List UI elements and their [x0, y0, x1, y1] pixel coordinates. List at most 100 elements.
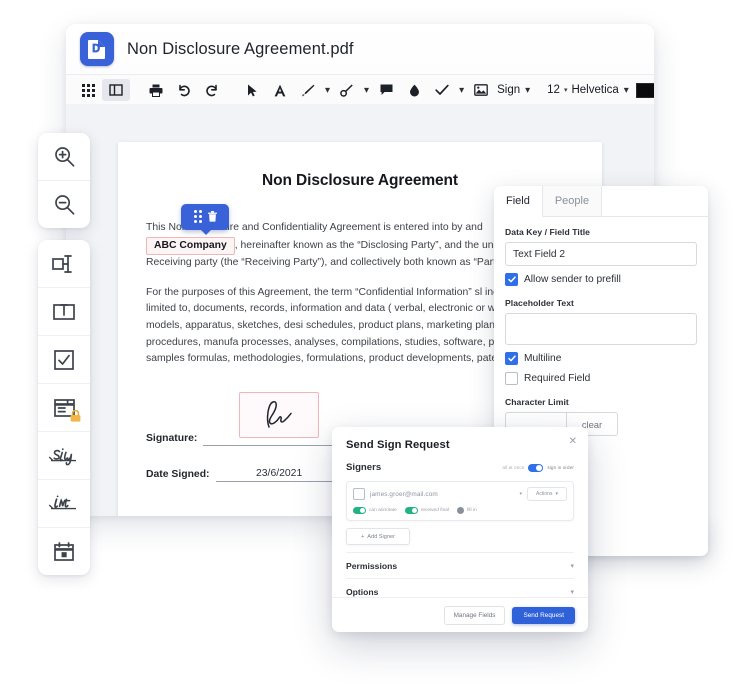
add-signer-label: Add Signer: [367, 533, 395, 540]
send-request-button[interactable]: Send Request: [512, 606, 575, 624]
cursor-arrow-icon[interactable]: [238, 79, 266, 101]
printer-icon[interactable]: [142, 79, 170, 101]
required-field-label: Required Field: [524, 373, 591, 384]
lock-icon: [70, 410, 81, 422]
add-signer-button[interactable]: + Add Signer: [346, 528, 410, 545]
calendar-icon[interactable]: [38, 528, 90, 575]
comment-icon[interactable]: [372, 79, 400, 101]
redo-icon[interactable]: [198, 79, 226, 101]
font-size-value[interactable]: 12: [545, 84, 562, 96]
dropdown-lock-icon[interactable]: [38, 384, 90, 432]
received-final-toggle[interactable]: [404, 507, 418, 514]
signer-flags-row: can annotate received final fill in: [353, 507, 567, 514]
signer-chevron-down-icon[interactable]: ▾: [519, 491, 522, 497]
text-a-icon[interactable]: [266, 79, 294, 101]
field-panel-tabs: Field People: [494, 186, 708, 217]
send-sign-request-dialog: Send Sign Request ✕ Signers all at once …: [332, 427, 588, 632]
check-options-caret[interactable]: ▾: [456, 85, 467, 96]
field-context-toolbar[interactable]: [181, 203, 229, 235]
page-title: Non Disclosure Agreement.pdf: [127, 39, 354, 58]
options-chevron-down-icon: ▾: [570, 588, 574, 596]
highlighter-options-caret[interactable]: ▾: [361, 85, 372, 96]
date-signed-label: Date Signed:: [146, 469, 210, 480]
checkbox-field-icon[interactable]: [38, 336, 90, 384]
permissions-accordion[interactable]: Permissions ▾: [346, 552, 574, 578]
drag-handle-icon[interactable]: [193, 210, 202, 224]
zoom-tool-group: [38, 133, 90, 228]
screenshot-stage: Non Disclosure Agreement.pdf ▾ ▾ ▾ Sign …: [0, 0, 738, 684]
multiline-label: Multiline: [524, 353, 562, 364]
page-view-icon[interactable]: [102, 79, 130, 101]
field-tool-group: [38, 240, 90, 575]
data-key-input[interactable]: Text Field 2: [505, 242, 697, 266]
image-icon[interactable]: [467, 79, 495, 101]
can-annotate-toggle[interactable]: [353, 507, 366, 514]
multiline-checkbox[interactable]: [505, 352, 518, 365]
allow-prefill-label: Allow sender to prefill: [524, 274, 621, 285]
pen-options-caret[interactable]: ▾: [322, 85, 333, 96]
signer-avatar-icon: [353, 488, 365, 500]
dialog-footer: Manage Fields Send Request: [332, 597, 588, 632]
grid-icon[interactable]: [74, 79, 102, 101]
can-annotate-toggle-group[interactable]: can annotate: [353, 507, 397, 514]
tab-field[interactable]: Field: [494, 186, 543, 217]
add-signer-plus-icon: +: [361, 533, 365, 540]
signature-sig-icon[interactable]: [38, 432, 90, 480]
signature-form-field[interactable]: [239, 392, 319, 438]
placeholder-label: Placeholder Text: [505, 298, 574, 308]
check-icon[interactable]: [428, 79, 456, 101]
required-field-checkbox-row[interactable]: Required Field: [505, 372, 697, 385]
allow-prefill-checkbox[interactable]: [505, 273, 518, 286]
tab-people[interactable]: People: [542, 186, 603, 216]
signer-row: james.groer@mail.com ▾ Actions ▾ can ann…: [346, 481, 574, 521]
sign-in-order-label: sign in order: [547, 465, 574, 470]
text-area-icon[interactable]: [38, 288, 90, 336]
signer-actions-button[interactable]: Actions ▾: [527, 487, 567, 501]
received-final-label: received final: [420, 508, 450, 513]
can-annotate-label: can annotate: [369, 508, 397, 513]
stamp-icon[interactable]: [400, 79, 428, 101]
signer-top-row: james.groer@mail.com ▾ Actions ▾: [353, 487, 567, 501]
trash-icon[interactable]: [207, 211, 217, 222]
editor-toolbar: ▾ ▾ ▾ Sign ▾ 12 ▾ Helvetica ▾: [66, 75, 654, 106]
signers-label: Signers: [346, 462, 382, 473]
fill-in-label: fill in: [467, 508, 477, 513]
abc-company-form-field[interactable]: ABC Company: [146, 203, 235, 256]
manage-fields-button[interactable]: Manage Fields: [443, 605, 506, 625]
received-final-toggle-group[interactable]: received final: [404, 507, 450, 514]
options-label: Options: [346, 586, 379, 597]
required-field-checkbox[interactable]: [505, 372, 518, 385]
sign-menu-label[interactable]: Sign: [495, 84, 522, 96]
signers-section-header: Signers all at once sign in order: [346, 462, 574, 473]
font-size-chevron-down-icon[interactable]: ▾: [562, 86, 570, 94]
signer-email-input[interactable]: james.groer@mail.com: [370, 491, 514, 498]
data-key-label: Data Key / Field Title: [505, 227, 590, 237]
placeholder-input[interactable]: [505, 313, 697, 345]
fill-in-group[interactable]: fill in: [457, 507, 477, 514]
multiline-checkbox-row[interactable]: Multiline: [505, 352, 697, 365]
zoom-out-icon[interactable]: [38, 181, 90, 228]
permissions-label: Permissions: [346, 560, 398, 571]
fill-in-icon: [457, 507, 465, 514]
highlighter-icon[interactable]: [333, 79, 361, 101]
document-heading: Non Disclosure Agreement: [262, 172, 458, 189]
sign-menu-caret[interactable]: ▾: [522, 85, 533, 96]
undo-icon[interactable]: [170, 79, 198, 101]
signing-order-toggle-group[interactable]: all at once sign in order: [502, 463, 574, 472]
allow-prefill-checkbox-row[interactable]: Allow sender to prefill: [505, 273, 697, 286]
color-swatch[interactable]: [632, 79, 654, 101]
signing-order-toggle[interactable]: [528, 463, 544, 472]
all-at-once-label: all at once: [502, 465, 525, 470]
font-family-caret[interactable]: ▾: [621, 85, 632, 96]
zoom-in-icon[interactable]: [38, 133, 90, 181]
initials-int-icon[interactable]: [38, 480, 90, 528]
text-field-icon[interactable]: [38, 240, 90, 288]
character-limit-label: Character Limit: [505, 397, 569, 407]
pen-icon[interactable]: [294, 79, 322, 101]
tool-rail: [38, 133, 90, 575]
document-app-logo-icon: [80, 32, 114, 66]
dialog-title: Send Sign Request: [346, 439, 450, 451]
font-family-value[interactable]: Helvetica: [569, 84, 620, 96]
close-icon[interactable]: ✕: [569, 437, 577, 447]
signer-actions-label: Actions: [536, 491, 553, 497]
